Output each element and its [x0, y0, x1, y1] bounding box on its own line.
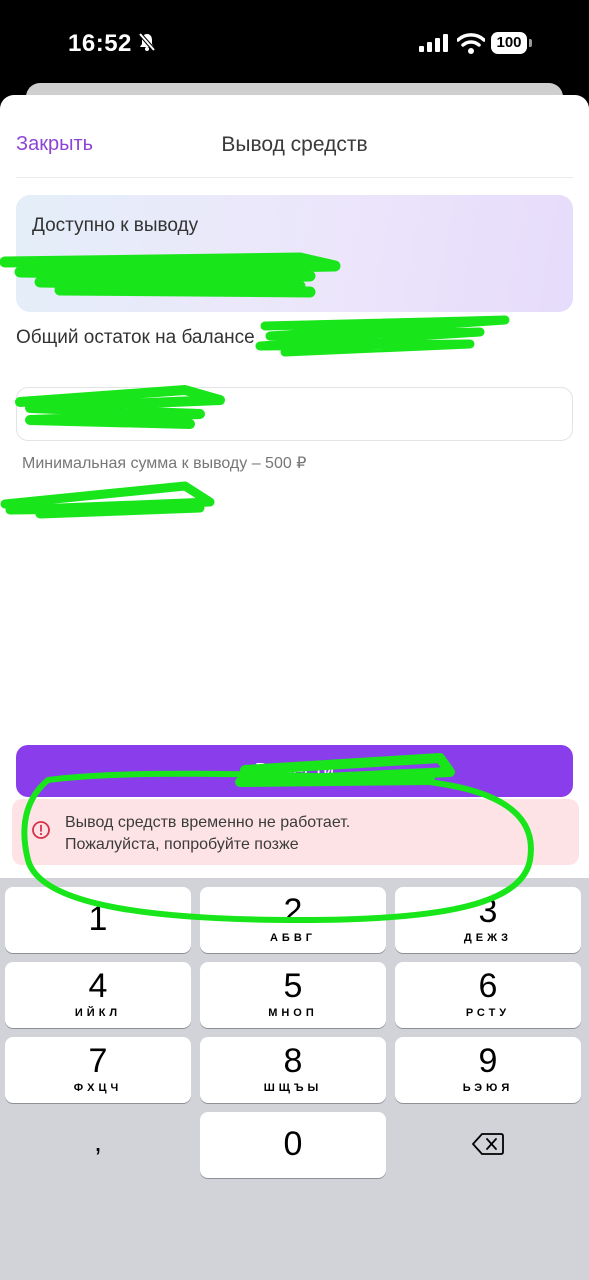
key-digit: 6 [478, 967, 498, 1005]
key-3[interactable]: 3 ДЕЖЗ [395, 887, 581, 953]
error-icon [32, 821, 50, 839]
key-letters: ШЩЪЫ [263, 1082, 323, 1094]
key-0[interactable]: 0 [200, 1112, 386, 1178]
withdraw-sheet: Закрыть Вывод средств Доступно к выводу … [0, 95, 589, 878]
cellular-signal-icon [419, 34, 448, 52]
key-9[interactable]: 9 ЬЭЮЯ [395, 1037, 581, 1103]
key-digit: 8 [283, 1042, 303, 1080]
error-banner: Вывод средств временно не работает. Пожа… [12, 799, 579, 865]
key-digit: 0 [283, 1125, 303, 1163]
amount-input[interactable] [16, 387, 573, 441]
key-6[interactable]: 6 РСТУ [395, 962, 581, 1028]
key-digit: 3 [478, 892, 498, 930]
key-digit: 1 [88, 900, 108, 938]
battery-level: 100 [491, 32, 527, 54]
key-7[interactable]: 7 ФХЦЧ [5, 1037, 191, 1103]
error-message: Вывод средств временно не работает. Пожа… [65, 812, 350, 856]
status-time: 16:52 [68, 30, 132, 57]
header-divider [16, 177, 573, 178]
key-letters: ДЕЖЗ [463, 932, 513, 944]
minimum-amount-note: Минимальная сумма к выводу – 500 ₽ [22, 455, 307, 472]
numeric-keyboard: 1 2 АБВГ 3 ДЕЖЗ 4 ИЙКЛ 5 МНОП 6 РСТУ 7 Ф… [0, 878, 589, 1280]
key-digit: 2 [283, 892, 303, 930]
key-2[interactable]: 2 АБВГ [200, 887, 386, 953]
error-line-1: Вывод средств временно не работает. [65, 814, 351, 831]
key-digit: 9 [478, 1042, 498, 1080]
key-letters: АБВГ [269, 932, 317, 944]
key-digit: 4 [88, 967, 108, 1005]
wifi-icon [457, 33, 485, 54]
battery-icon: 100 [491, 32, 533, 54]
key-1[interactable]: 1 [5, 887, 191, 953]
key-4[interactable]: 4 ИЙКЛ [5, 962, 191, 1028]
key-letters: МНОП [268, 1007, 318, 1019]
silent-bell-icon [138, 32, 156, 52]
key-8[interactable]: 8 ШЩЪЫ [200, 1037, 386, 1103]
key-digit: 5 [283, 967, 303, 1005]
key-letters: ФХЦЧ [73, 1082, 123, 1094]
key-letters: ЬЭЮЯ [462, 1082, 514, 1094]
withdraw-button[interactable]: Вывести [16, 745, 573, 797]
key-comma[interactable]: , [5, 1112, 191, 1178]
page-title: Вывод средств [221, 133, 368, 156]
balance-label: Общий остаток на балансе [16, 327, 255, 348]
error-line-2: Пожалуйста, попробуйте позже [65, 836, 299, 853]
key-5[interactable]: 5 МНОП [200, 962, 386, 1028]
available-label: Доступно к выводу [32, 215, 199, 236]
key-letters: РСТУ [465, 1007, 511, 1019]
battery-tip [529, 39, 532, 47]
status-bar: 16:52 100 [0, 0, 589, 90]
available-card: Доступно к выводу [16, 195, 573, 312]
comma-label: , [94, 1126, 102, 1157]
backspace-icon[interactable] [472, 1132, 504, 1156]
key-letters: ИЙКЛ [74, 1007, 122, 1019]
key-digit: 7 [88, 1042, 108, 1080]
